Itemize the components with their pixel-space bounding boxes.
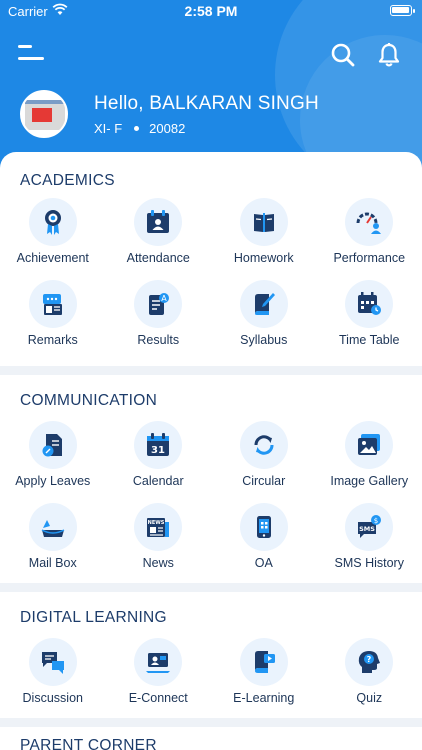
svg-text:A: A: [162, 294, 168, 303]
svg-text:NEWS: NEWS: [148, 520, 165, 526]
gauge-icon: [345, 198, 394, 246]
menu-line: [18, 45, 32, 48]
tile-label: Homework: [233, 251, 294, 265]
head-question-icon: ?: [345, 638, 394, 686]
admission-number: 20082: [149, 121, 186, 136]
tile-label: Time Table: [339, 333, 400, 347]
tile-label: Apply Leaves: [15, 474, 91, 488]
avatar-photo: [32, 108, 52, 122]
tile-label: Circular: [242, 474, 286, 488]
avatar[interactable]: [20, 90, 68, 138]
tile-results[interactable]: A Results: [106, 280, 212, 362]
tile-e-learning[interactable]: E-Learning: [211, 638, 317, 720]
section-digital-learning: DIGITAL LEARNING Discussion E-Connect E-…: [0, 592, 422, 718]
message-card-icon: [28, 280, 77, 328]
tile-remarks[interactable]: Remarks: [0, 280, 106, 362]
timetable-icon: [345, 280, 394, 328]
tile-image-gallery[interactable]: Image Gallery: [317, 421, 422, 503]
battery-icon: [390, 5, 415, 16]
chat-icon: [28, 638, 77, 686]
search-icon[interactable]: [330, 42, 356, 68]
tile-label: OA: [254, 556, 273, 570]
section-academics: ACADEMICS Achievement Attendance Homewor…: [0, 152, 422, 366]
leave-form-icon: [28, 421, 77, 469]
student-info: XI- F 20082: [94, 121, 185, 136]
tile-label: Quiz: [356, 691, 383, 705]
refresh-icon: [239, 421, 288, 469]
class-label: XI- F: [94, 121, 123, 136]
newspaper-icon: NEWS: [134, 503, 183, 551]
phone-icon: [239, 503, 288, 551]
tile-mail-box[interactable]: Mail Box: [0, 503, 106, 585]
result-sheet-icon: A: [134, 280, 183, 328]
medal-icon: [28, 198, 77, 246]
tile-sms-history[interactable]: SMS $ SMS History: [317, 503, 422, 585]
section-communication: COMMUNICATION Apply Leaves 31 Calendar C…: [0, 375, 422, 583]
section-title: PARENT CORNER: [20, 737, 157, 750]
tile-time-table[interactable]: Time Table: [317, 280, 422, 362]
mailbox-icon: [28, 503, 77, 551]
tile-syllabus[interactable]: Syllabus: [211, 280, 317, 362]
sections-container: ACADEMICS Achievement Attendance Homewor…: [0, 152, 422, 750]
tile-label: Syllabus: [240, 333, 288, 347]
tile-label: Remarks: [27, 333, 78, 347]
tile-label: Results: [137, 333, 180, 347]
tile-label: News: [142, 556, 174, 570]
section-parent-corner: PARENT CORNER: [0, 727, 422, 750]
bell-icon[interactable]: [376, 42, 402, 68]
greeting-text: Hello, BALKARAN SINGH: [94, 93, 319, 114]
tile-achievement[interactable]: Achievement: [0, 198, 106, 280]
section-title: ACADEMICS: [20, 172, 115, 189]
menu-button[interactable]: [18, 42, 48, 66]
tile-label: Performance: [333, 251, 406, 265]
svg-text:$: $: [374, 517, 378, 525]
svg-text:31: 31: [151, 445, 165, 456]
menu-line: [18, 57, 44, 60]
calendar-icon: 31: [134, 421, 183, 469]
tile-performance[interactable]: Performance: [317, 198, 422, 280]
play-book-icon: [239, 638, 288, 686]
tile-discussion[interactable]: Discussion: [0, 638, 106, 720]
tile-quiz[interactable]: ? Quiz: [317, 638, 422, 720]
section-title: COMMUNICATION: [20, 392, 158, 409]
calendar-person-icon: [134, 198, 183, 246]
tile-label: Discussion: [22, 691, 83, 705]
avatar-photo: [25, 100, 65, 104]
status-bar: Carrier 2:58 PM: [0, 0, 422, 22]
tile-oa[interactable]: OA: [211, 503, 317, 585]
tile-news[interactable]: NEWS News: [106, 503, 212, 585]
book-icon: [239, 198, 288, 246]
clock: 2:58 PM: [184, 3, 238, 19]
tile-label: Achievement: [16, 251, 89, 265]
separator-dot: [134, 126, 140, 132]
video-call-icon: [134, 638, 183, 686]
svg-text:SMS: SMS: [359, 525, 375, 533]
pen-book-icon: [239, 280, 288, 328]
svg-text:?: ?: [367, 655, 372, 664]
tile-attendance[interactable]: Attendance: [106, 198, 212, 280]
tile-e-connect[interactable]: E-Connect: [106, 638, 212, 720]
tile-homework[interactable]: Homework: [211, 198, 317, 280]
tile-label: SMS History: [334, 556, 404, 570]
tile-label: Calendar: [132, 474, 184, 488]
section-title: DIGITAL LEARNING: [20, 609, 167, 626]
tile-label: E-Learning: [233, 691, 295, 705]
section-divider: [0, 366, 422, 375]
sms-icon: SMS $: [345, 503, 394, 551]
tile-label: Attendance: [126, 251, 190, 265]
tile-label: Image Gallery: [330, 474, 409, 488]
tile-circular[interactable]: Circular: [211, 421, 317, 503]
tile-label: E-Connect: [128, 691, 188, 705]
header: Carrier 2:58 PM Hello, BALKARAN SINGH XI…: [0, 0, 422, 175]
tile-calendar[interactable]: 31 Calendar: [106, 421, 212, 503]
image-icon: [345, 421, 394, 469]
tile-label: Mail Box: [28, 556, 77, 570]
tile-apply-leaves[interactable]: Apply Leaves: [0, 421, 106, 503]
